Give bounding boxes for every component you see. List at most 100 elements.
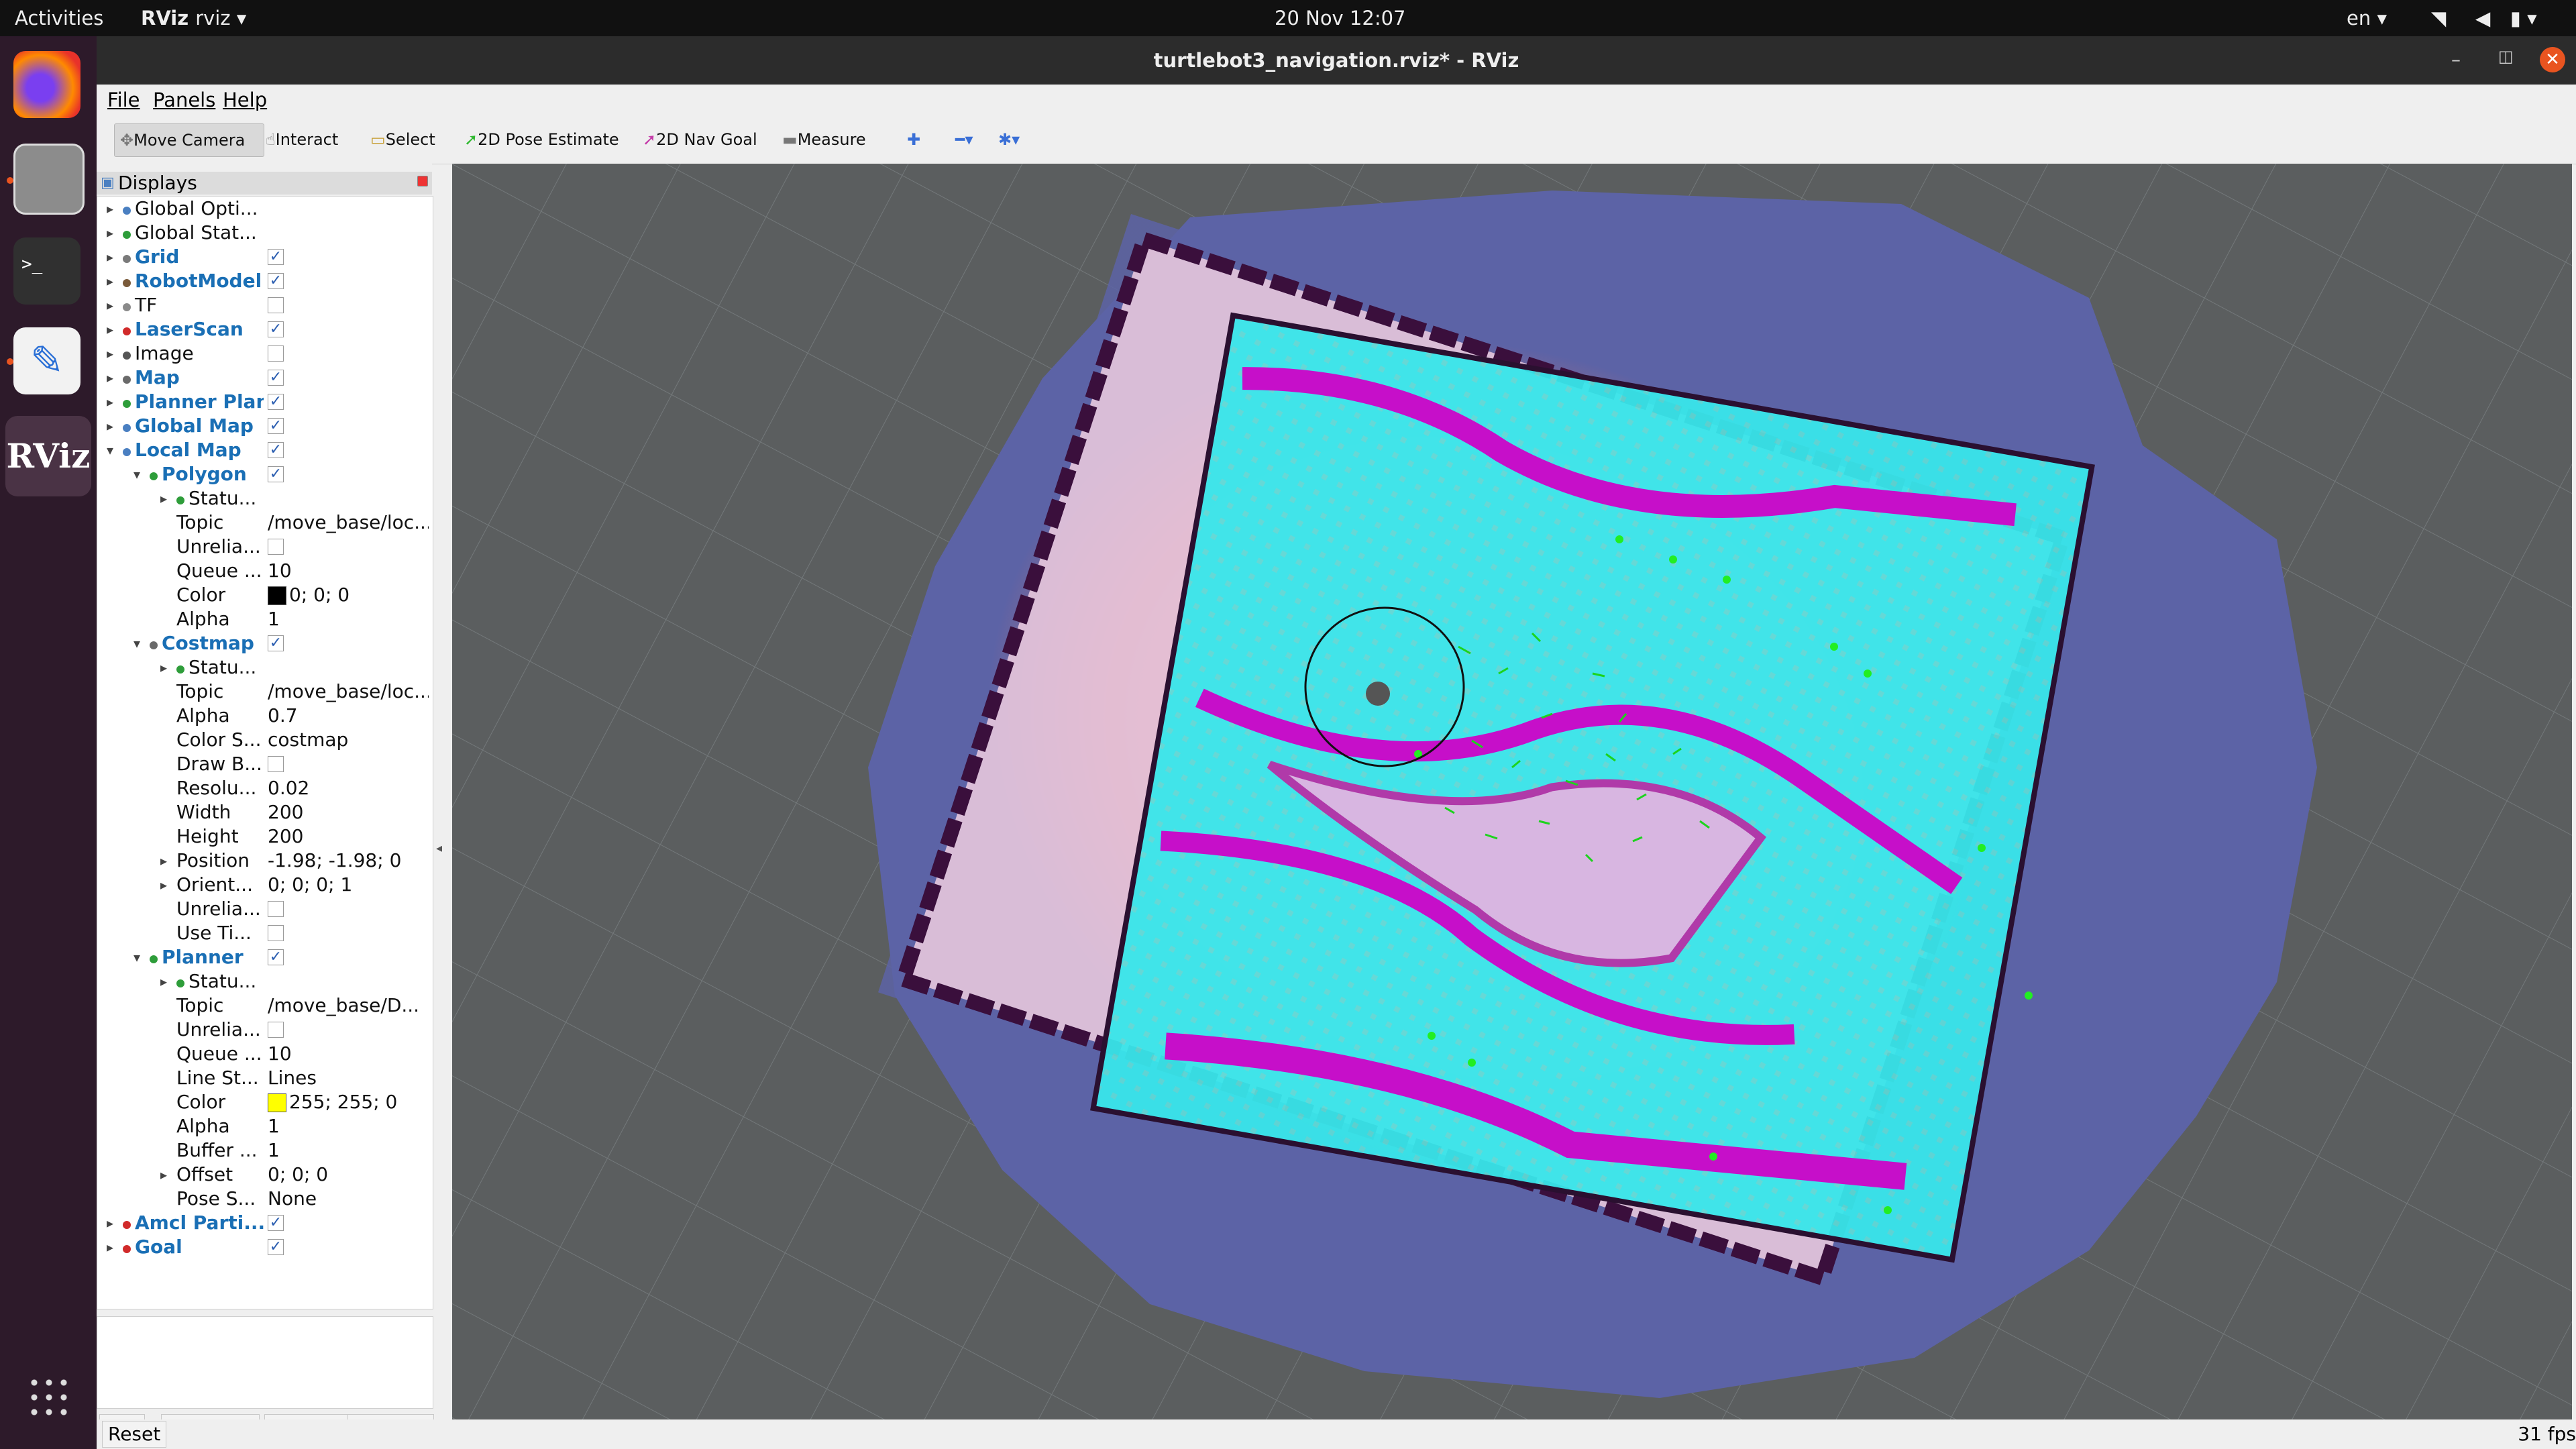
enable-checkbox[interactable] [268, 756, 284, 772]
render-viewport[interactable] [452, 164, 2572, 1419]
display-row[interactable]: Height 200 [97, 824, 433, 849]
maximize-icon[interactable]: ◫ [2498, 47, 2514, 66]
display-row[interactable]: Unrelia... [97, 897, 433, 921]
splitter-handle[interactable]: ◂ [436, 841, 448, 861]
display-row[interactable]: ▸ TF [97, 293, 433, 317]
enable-checkbox[interactable]: ✓ [268, 249, 284, 265]
display-row[interactable]: Resolu... 0.02 [97, 776, 433, 800]
expand-arrow-icon[interactable]: ▸ [104, 366, 116, 390]
property-value[interactable]: 0; 0; 0 [268, 1163, 429, 1187]
display-row[interactable]: ▸ Grid ✓ [97, 245, 433, 269]
collapse-arrow-icon[interactable]: ▾ [104, 438, 116, 462]
enable-checkbox[interactable] [268, 925, 284, 941]
enable-checkbox[interactable] [268, 1022, 284, 1038]
property-value[interactable]: None [268, 1187, 429, 1211]
add-tool-icon[interactable]: ✚ [902, 123, 926, 156]
expand-arrow-icon[interactable]: ▸ [104, 317, 116, 341]
enable-checkbox[interactable]: ✓ [268, 442, 284, 458]
display-row[interactable]: Pose S... None [97, 1187, 433, 1211]
pose-estimate-tool[interactable]: ➚2D Pose Estimate [459, 123, 625, 156]
expand-arrow-icon[interactable]: ▸ [104, 221, 116, 245]
enable-checkbox[interactable]: ✓ [268, 949, 284, 965]
property-value[interactable]: 1 [268, 1138, 429, 1163]
display-row[interactable]: Unrelia... [97, 1018, 433, 1042]
enable-checkbox[interactable]: ✓ [268, 370, 284, 386]
enable-checkbox[interactable] [268, 297, 284, 313]
display-row[interactable]: Color 255; 255; 0 [97, 1090, 433, 1114]
display-row[interactable]: ▸ Statu... [97, 969, 433, 994]
display-row[interactable]: ▾ Planner ✓ [97, 945, 433, 969]
display-row[interactable]: Alpha 1 [97, 607, 433, 631]
expand-arrow-icon[interactable]: ▸ [104, 197, 116, 221]
expand-arrow-icon[interactable]: ▸ [104, 1211, 116, 1235]
enable-checkbox[interactable]: ✓ [268, 635, 284, 651]
expand-arrow-icon[interactable]: ▸ [158, 486, 170, 511]
enable-checkbox[interactable]: ✓ [268, 273, 284, 289]
menu-panels[interactable]: Panels [153, 85, 215, 115]
volume-icon[interactable]: ◀ [2475, 0, 2490, 36]
files-icon[interactable] [13, 144, 85, 215]
display-row[interactable]: ▸ Position -1.98; -1.98; 0 [97, 849, 433, 873]
property-value[interactable]: 0; 0; 0 [268, 583, 429, 607]
display-row[interactable]: ▾ Local Map ✓ [97, 438, 433, 462]
property-value[interactable]: /move_base/loc... [268, 511, 429, 535]
enable-checkbox[interactable]: ✓ [268, 321, 284, 337]
wifi-icon[interactable]: ◥ [2431, 0, 2446, 36]
display-row[interactable]: ▸ Orient... 0; 0; 0; 1 [97, 873, 433, 897]
property-value[interactable]: 255; 255; 0 [268, 1090, 429, 1114]
display-row[interactable]: Queue ... 10 [97, 559, 433, 583]
property-value[interactable]: /move_base/D... [268, 994, 429, 1018]
display-row[interactable]: Buffer ... 1 [97, 1138, 433, 1163]
display-row[interactable]: Alpha 1 [97, 1114, 433, 1138]
display-row[interactable]: Draw B... [97, 752, 433, 776]
property-value[interactable]: 200 [268, 824, 429, 849]
battery-icon[interactable]: ▮ ▾ [2510, 0, 2537, 36]
minimize-icon[interactable]: – [2451, 48, 2461, 70]
property-value[interactable]: 1 [268, 607, 429, 631]
display-row[interactable]: Width 200 [97, 800, 433, 824]
select-tool[interactable]: ▭Select [365, 123, 441, 156]
expand-arrow-icon[interactable]: ▸ [158, 1163, 170, 1187]
nav-goal-tool[interactable]: ➚2D Nav Goal [637, 123, 763, 156]
rviz-icon[interactable]: RViz [5, 416, 91, 496]
expand-arrow-icon[interactable]: ▸ [104, 341, 116, 366]
reset-button[interactable]: Reset [102, 1421, 167, 1448]
collapse-arrow-icon[interactable]: ▾ [131, 462, 143, 486]
collapse-arrow-icon[interactable]: ▾ [131, 945, 143, 969]
property-value[interactable]: 200 [268, 800, 429, 824]
display-row[interactable]: ▾ Costmap ✓ [97, 631, 433, 655]
enable-checkbox[interactable]: ✓ [268, 394, 284, 410]
enable-checkbox[interactable] [268, 345, 284, 362]
interact-tool[interactable]: ☝Interact [260, 123, 343, 156]
expand-arrow-icon[interactable]: ▸ [158, 969, 170, 994]
display-row[interactable]: ▸ Planner Plan ✓ [97, 390, 433, 414]
display-row[interactable]: ▸ Image [97, 341, 433, 366]
expand-arrow-icon[interactable]: ▸ [104, 1235, 116, 1259]
clock[interactable]: 20 Nov 12:07 [1275, 0, 1406, 36]
display-row[interactable]: Line St... Lines [97, 1066, 433, 1090]
display-row[interactable]: ▸ Goal ✓ [97, 1235, 433, 1259]
expand-arrow-icon[interactable]: ▸ [104, 293, 116, 317]
expand-arrow-icon[interactable]: ▸ [158, 873, 170, 897]
display-row[interactable]: ▸ Amcl Parti... ✓ [97, 1211, 433, 1235]
display-row[interactable]: ▸ LaserScan ✓ [97, 317, 433, 341]
display-row[interactable]: ▸ Global Opti... [97, 197, 433, 221]
display-row[interactable]: Topic/move_base/loc... [97, 511, 433, 535]
display-row[interactable]: ▸ Global Stat... [97, 221, 433, 245]
menu-help[interactable]: Help [223, 85, 267, 115]
enable-checkbox[interactable]: ✓ [268, 1215, 284, 1231]
property-value[interactable]: Lines [268, 1066, 429, 1090]
property-value[interactable]: 0; 0; 0; 1 [268, 873, 429, 897]
expand-arrow-icon[interactable]: ▸ [158, 655, 170, 680]
property-value[interactable]: 10 [268, 1042, 429, 1066]
text-editor-icon[interactable]: ✎ [13, 327, 80, 394]
display-row[interactable]: Color 0; 0; 0 [97, 583, 433, 607]
close-icon[interactable]: ✕ [2540, 47, 2565, 72]
move-camera-tool[interactable]: ✥Move Camera [114, 123, 264, 157]
expand-arrow-icon[interactable]: ▸ [158, 849, 170, 873]
display-row[interactable]: Color S... costmap [97, 728, 433, 752]
display-row[interactable]: ▸ Statu... [97, 486, 433, 511]
expand-arrow-icon[interactable]: ▸ [104, 414, 116, 438]
property-value[interactable]: 10 [268, 559, 429, 583]
display-row[interactable]: ▸ Global Map ✓ [97, 414, 433, 438]
